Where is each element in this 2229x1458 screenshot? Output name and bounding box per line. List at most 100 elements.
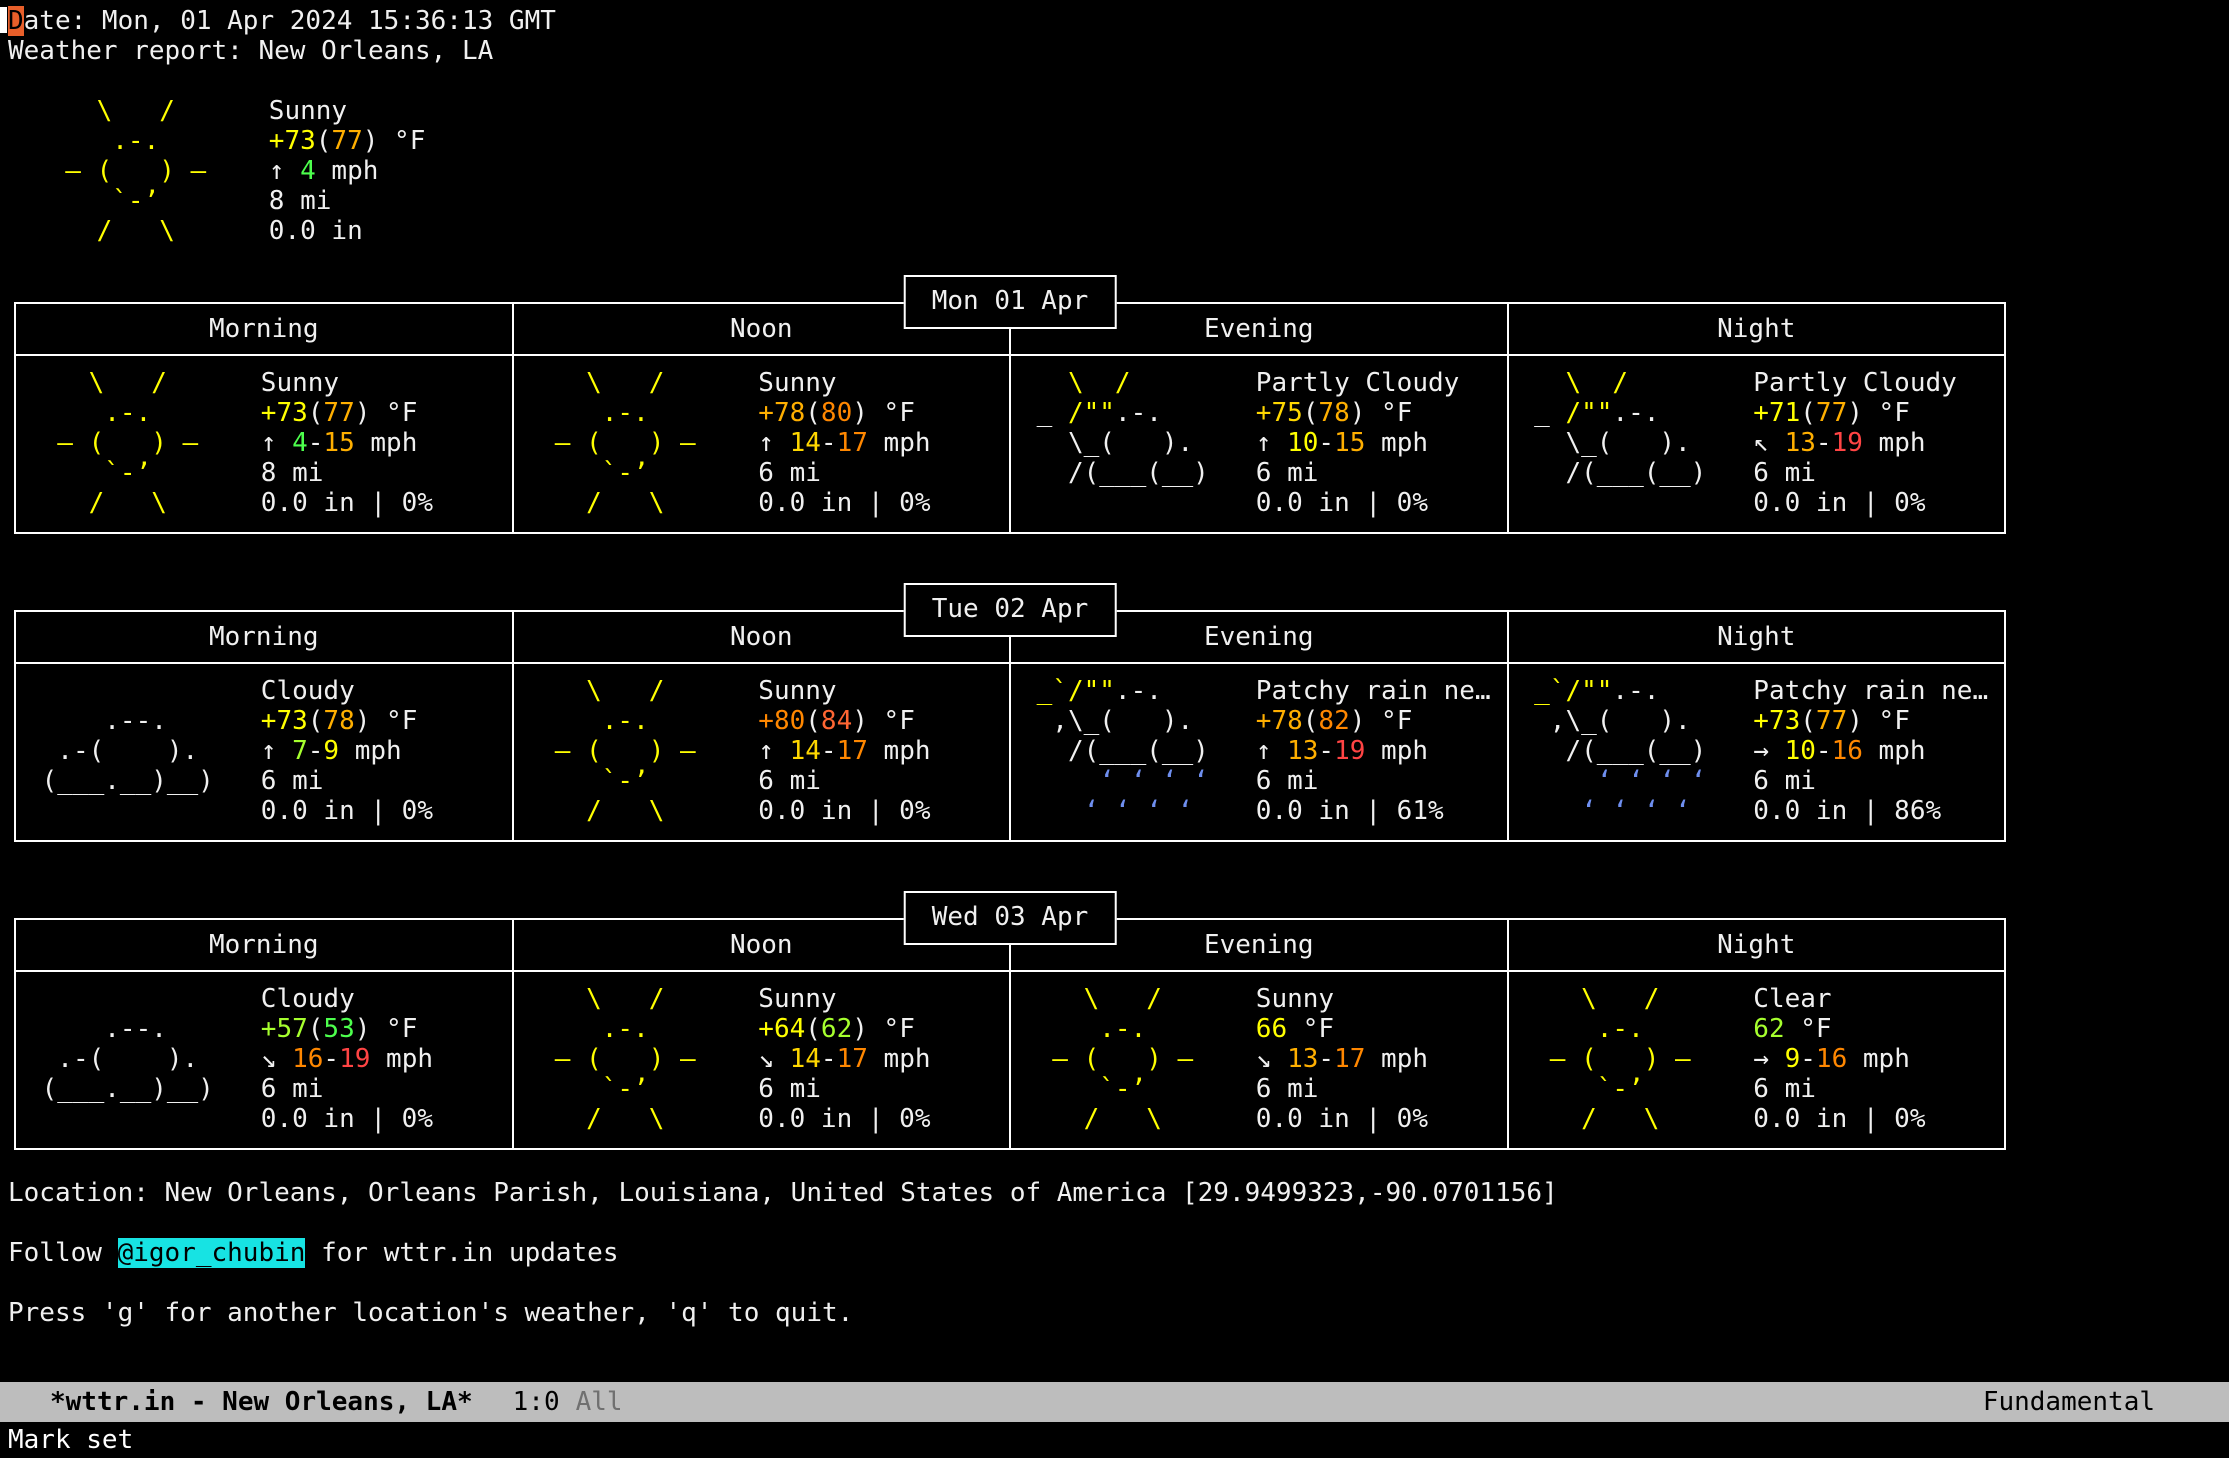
sun-icon: `-’ (1021, 1074, 1256, 1104)
cloud-icon: .-( ). (26, 1044, 261, 1074)
sun-icon: \ / (1021, 984, 1256, 1014)
visibility-value: 6 mi (1753, 458, 1816, 488)
wind-value: ↖ 13-19 mph (1753, 428, 1925, 458)
temperature-value: +78(80) °F (758, 398, 915, 428)
temperature-value: +73(78) °F (261, 706, 418, 736)
weather-line-wind: \_( ).↖ 13-19 mph (1519, 428, 1997, 458)
blank-line (8, 1208, 2229, 1238)
weather-line-precipitation: 0.0 in | 0% (26, 796, 504, 826)
weather-line-visibility: `-’6 mi (1519, 1074, 1997, 1104)
sun-icon: ― ( ) ― (524, 736, 759, 766)
modeline-scroll-indicator: All (576, 1387, 623, 1417)
cloud-icon: .--. (26, 1014, 261, 1044)
twitter-handle-link[interactable]: @igor_chubin (118, 1238, 306, 1268)
temperature-value: +71(77) °F (1753, 398, 1910, 428)
weather-line-condition: \ /Partly Cloudy (1519, 368, 1997, 398)
forecast-day-1: Mon 01 Apr MorningNoonEveningNight \ /Su… (14, 302, 2006, 534)
period-header-night: Night (1508, 611, 2006, 663)
weather-line-wind: /(___(__)→ 10-16 mph (1519, 736, 1997, 766)
sun-icon: .-. (524, 706, 759, 736)
sun-icon: / \ (1519, 1104, 1754, 1134)
wind-value: → 10-16 mph (1753, 736, 1925, 766)
period-body-row: Cloudy .--.+57(53) °F .-( ).↘ 16-19 mph … (15, 971, 2005, 1149)
condition-value: Sunny (758, 368, 836, 398)
weather-line-temperature: .-.+80(84) °F (524, 706, 1002, 736)
cloud-icon: .-( ). (26, 736, 261, 766)
temperature-value: +64(62) °F (758, 1014, 915, 1044)
wind-value: ↘ 13-17 mph (1256, 1044, 1428, 1074)
weather-line-visibility: (___.__)__)6 mi (26, 766, 504, 796)
temperature-value: +78(82) °F (1256, 706, 1413, 736)
weather-line-temperature: _ /"".-.+75(78) °F (1021, 398, 1499, 428)
forecast-cell-evening: _`/"".-.Patchy rain ne… ,\_( ).+78(82) °… (1010, 663, 1508, 841)
weather-line-condition: \ /Partly Cloudy (1021, 368, 1499, 398)
precipitation-value: 0.0 in | 0% (261, 1104, 433, 1134)
weather-line-visibility: `-’6 mi (1021, 1074, 1499, 1104)
precipitation-value: 0.0 in | 0% (1256, 1104, 1428, 1134)
visibility-value: 6 mi (1256, 458, 1319, 488)
help-line: Press 'g' for another location's weather… (8, 1298, 2229, 1328)
weather-line-precipitation: 0.0 in | 0% (26, 1104, 504, 1134)
forecast-cell-night: \ /Clear .-.62 °F ― ( ) ―→ 9-16 mph `-’6… (1508, 971, 2006, 1149)
forecast-cell-evening: \ /Partly Cloudy _ /"".-.+75(78) °F \_( … (1010, 355, 1508, 533)
condition-value: Patchy rain ne… (1753, 676, 1988, 706)
follow-line: Follow @igor_chubin for wttr.in updates (8, 1238, 2229, 1268)
modeline-buffer-name: *wttr.in - New Orleans, LA* (50, 1387, 473, 1417)
rain-cloud-icon: _`/"".-. (1519, 676, 1754, 706)
forecast-table: MorningNoonEveningNight Cloudy .--.+73(7… (14, 610, 2006, 842)
sun-icon: .-. (524, 1014, 759, 1044)
sun-behind-cloud-icon: _ /"".-. (1519, 398, 1754, 428)
cloud-icon: (___.__)__) (26, 1074, 261, 1104)
visibility-value: 6 mi (1753, 1074, 1816, 1104)
weather-line-precipitation: ‘ ‘ ‘ ‘0.0 in | 86% (1519, 796, 1997, 826)
rain-cloud-icon: ,\_( ). (1021, 706, 1256, 736)
emacs-frame: Date: Mon, 01 Apr 2024 15:36:13 GMT Weat… (0, 0, 2229, 1458)
weather-line-precipitation: / \0.0 in | 0% (26, 488, 504, 518)
weather-line-wind: ― ( ) ―↘ 13-17 mph (1021, 1044, 1499, 1074)
blank-line (8, 1268, 2229, 1298)
sun-icon: / \ (26, 488, 261, 518)
date-line: Date: Mon, 01 Apr 2024 15:36:13 GMT (8, 6, 2229, 36)
sun-behind-cloud-icon: \ / (1021, 368, 1256, 398)
rain-cloud-icon: /(___(__) (1519, 736, 1754, 766)
period-header-morning: Morning (15, 303, 513, 355)
sun-icon: ― ( ) ― (1021, 1044, 1256, 1074)
sun-icon: \ / (34, 96, 269, 126)
forecast-cell-morning: \ /Sunny .-.+73(77) °F ― ( ) ―↑ 4-15 mph… (15, 355, 513, 533)
sun-icon: ― ( ) ― (34, 156, 269, 186)
weather-line-condition: \ /Clear (1519, 984, 1997, 1014)
rain-cloud-icon: ‘ ‘ ‘ ‘ (1519, 766, 1754, 796)
modeline-position: 1:0 (513, 1387, 560, 1417)
condition-value: Patchy rain ne… (1256, 676, 1491, 706)
forecast-day-label: Mon 01 Apr (904, 275, 1117, 329)
forecast-day-label: Wed 03 Apr (904, 891, 1117, 945)
weather-line-condition: _`/"".-.Patchy rain ne… (1519, 676, 1997, 706)
weather-line-condition: Cloudy (26, 676, 504, 706)
sun-icon: \ / (1519, 984, 1754, 1014)
temperature-value: +73(77) °F (261, 398, 418, 428)
weather-line-visibility: /(___(__)6 mi (1021, 458, 1499, 488)
rain-cloud-icon: ‘ ‘ ‘ ‘ (1021, 796, 1256, 826)
forecast-cell-noon: \ /Sunny .-.+64(62) °F ― ( ) ―↘ 14-17 mp… (513, 971, 1011, 1149)
weather-line-condition: _`/"".-.Patchy rain ne… (1021, 676, 1499, 706)
weather-line-precipitation: / \0.0 in | 0% (524, 488, 1002, 518)
sun-icon: \ / (524, 984, 759, 1014)
rain-cloud-icon: _`/"".-. (1021, 676, 1256, 706)
wind-value: ↑ 13-19 mph (1256, 736, 1428, 766)
forecast-cell-night: \ /Partly Cloudy _ /"".-.+71(77) °F \_( … (1508, 355, 2006, 533)
wind-value: → 9-16 mph (1753, 1044, 1910, 1074)
sun-icon: / \ (524, 796, 759, 826)
visibility-value: 6 mi (1256, 1074, 1319, 1104)
condition-value: Cloudy (261, 676, 355, 706)
period-header-morning: Morning (15, 611, 513, 663)
temperature-value: +73(77) °F (1753, 706, 1910, 736)
temperature-value: +80(84) °F (758, 706, 915, 736)
rain-cloud-icon: ,\_( ). (1519, 706, 1754, 736)
period-header-night: Night (1508, 303, 2006, 355)
temperature-value: +73(77) °F (269, 126, 426, 156)
sun-icon: `-’ (524, 458, 759, 488)
wind-value: ↑ 14-17 mph (758, 736, 930, 766)
wind-value: ↑ 10-15 mph (1256, 428, 1428, 458)
sun-icon: .-. (26, 398, 261, 428)
sun-icon: / \ (1021, 1104, 1256, 1134)
